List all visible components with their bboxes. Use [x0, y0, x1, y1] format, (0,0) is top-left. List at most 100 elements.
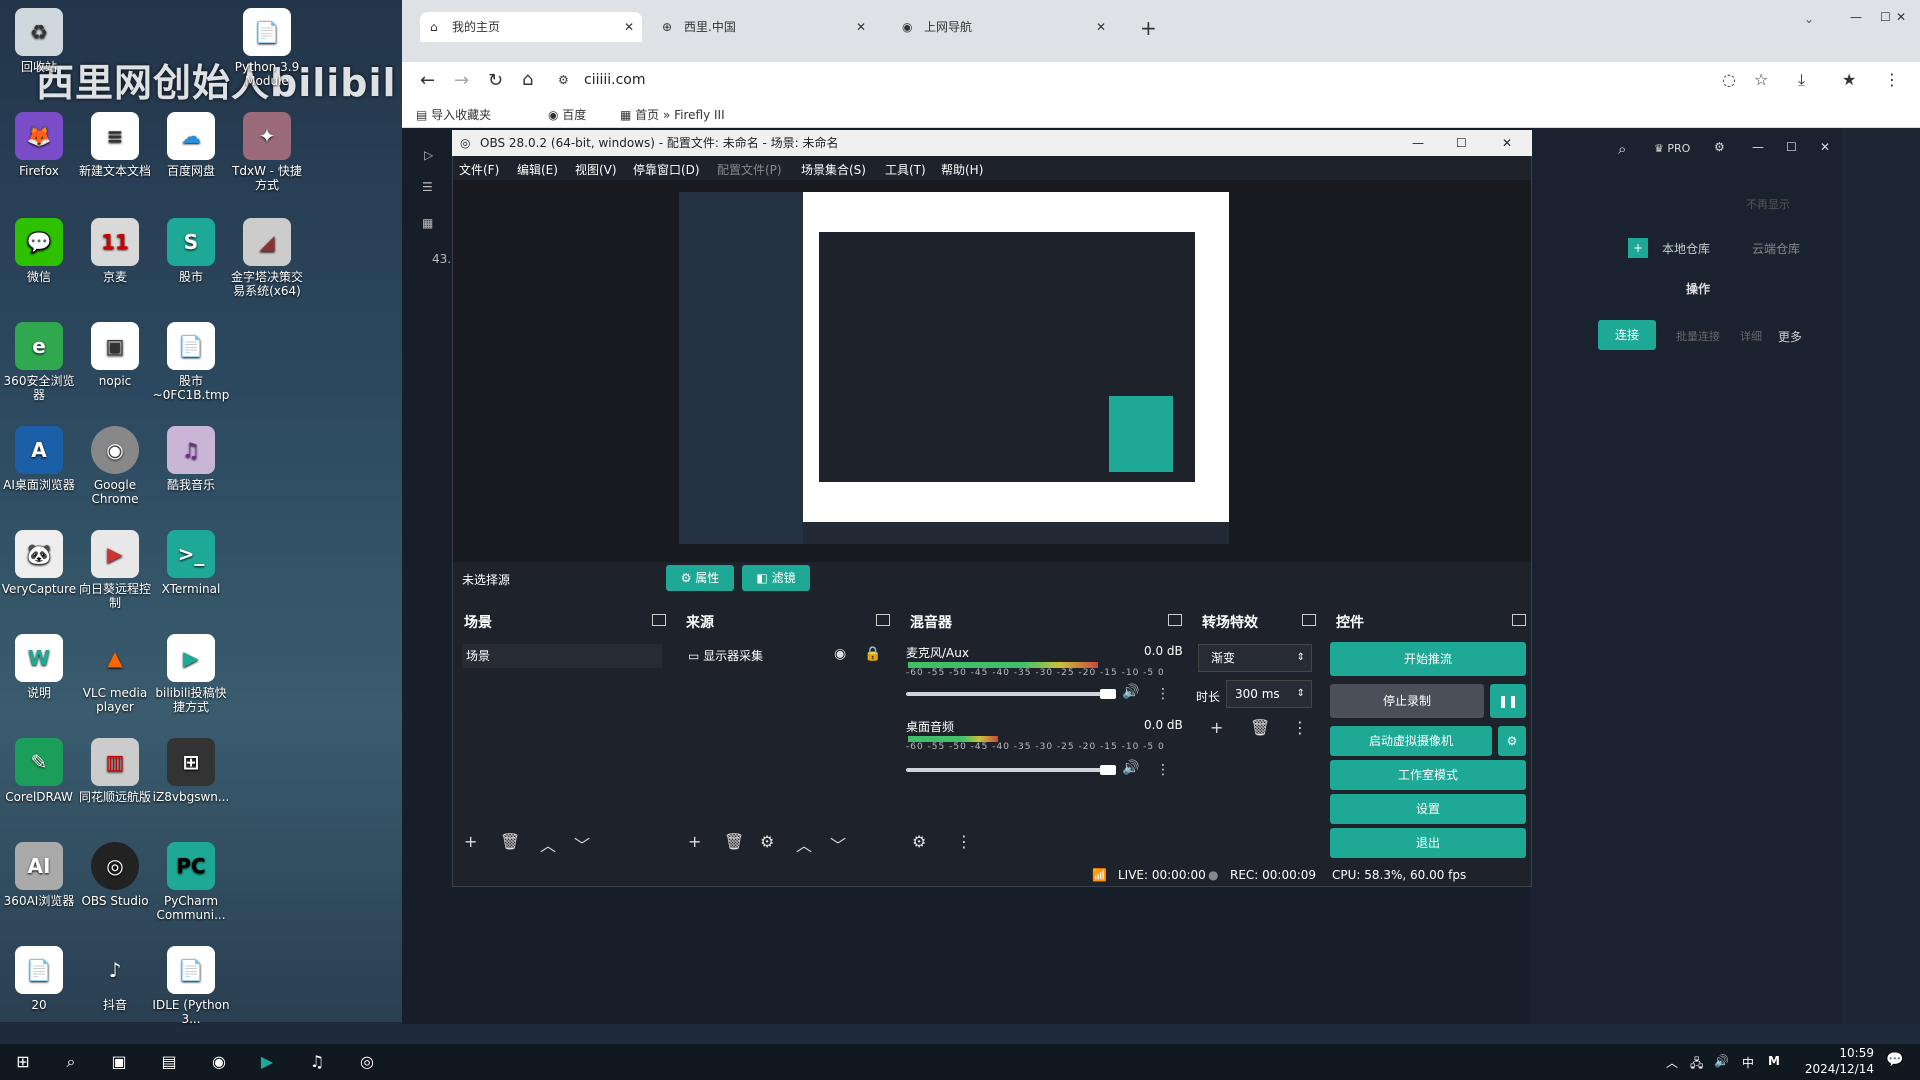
cloud-repo[interactable]: 云端仓库	[1752, 240, 1800, 257]
download-icon[interactable]: ⤓	[1798, 70, 1805, 90]
more-options-icon[interactable]: ⋮	[1156, 686, 1170, 702]
local-repo[interactable]: 本地仓库	[1662, 240, 1710, 257]
close-tab-icon[interactable]: ✕	[856, 12, 866, 42]
filters-button[interactable]: ◧ 滤镜	[742, 565, 810, 591]
bookmark-import[interactable]: ▤ 导入收藏夹	[416, 106, 491, 123]
desktop-icon-idle[interactable]: 📄 IDLE (Python 3...	[152, 946, 230, 1026]
desktop-icon-wechat[interactable]: 💬 微信	[0, 218, 78, 284]
desktop-icon-ai-browser[interactable]: A AI桌面浏览器	[0, 426, 78, 492]
menu-icon[interactable]: ⋮	[1884, 70, 1900, 89]
detail-link[interactable]: 详细	[1740, 328, 1762, 344]
add-source-icon[interactable]: +	[688, 832, 701, 851]
bookmark-baidu[interactable]: ◉ 百度	[548, 106, 586, 123]
desktop-icon-stock-tmp[interactable]: 📄 股市 ~0FC1B.tmp	[152, 322, 230, 402]
settings-icon[interactable]: ⚙	[1714, 140, 1725, 154]
transition-menu-icon[interactable]: ⋮	[1292, 718, 1308, 737]
close-tab-icon[interactable]: ✕	[1096, 12, 1106, 42]
menu-edit[interactable]: 编辑(E)	[517, 161, 558, 178]
minimize-icon[interactable]: —	[1850, 10, 1862, 24]
studio-mode-button[interactable]: 工作室模式	[1330, 760, 1526, 790]
remove-scene-icon[interactable]: 🗑	[500, 832, 520, 851]
menu-profile[interactable]: 配置文件(P)	[717, 161, 782, 178]
undock-icon[interactable]	[1512, 614, 1526, 626]
more-options-icon[interactable]: ⋮	[1156, 762, 1170, 778]
desktop-icon-stock[interactable]: S 股市	[152, 218, 230, 284]
desktop-icon-pyramid[interactable]: ◢ 金字塔决策交易系统(x64)	[228, 218, 306, 298]
desktop-icon-douyin[interactable]: ♪ 抖音	[76, 946, 154, 1012]
desktop-icon-xterminal[interactable]: >_ XTerminal	[152, 530, 230, 596]
url-text[interactable]: ciiiii.com	[584, 72, 646, 88]
hide-text[interactable]: 不再显示	[1746, 196, 1790, 212]
obs-close-icon[interactable]: ✕	[1502, 130, 1512, 156]
desktop-icon-recycle-bin[interactable]: ♻ 回收站	[0, 8, 78, 74]
start-streaming-button[interactable]: 开始推流	[1330, 642, 1526, 676]
desktop-icon-verycapture[interactable]: 🐼 VeryCapture	[0, 530, 78, 596]
connect-button[interactable]: 连接	[1598, 320, 1656, 350]
menu-tools[interactable]: 工具(T)	[885, 161, 926, 178]
tab-xili[interactable]: ⊕ 西里.中国 ✕	[652, 12, 874, 42]
obs-minimize-icon[interactable]: —	[1412, 130, 1424, 156]
add-transition-icon[interactable]: +	[1210, 718, 1223, 737]
desktop-icon-chrome[interactable]: ◉ Google Chrome	[76, 426, 154, 506]
mixer-menu-icon[interactable]: ⋮	[956, 832, 972, 851]
undock-icon[interactable]	[876, 614, 890, 626]
new-tab-icon[interactable]: +	[1140, 16, 1157, 40]
desktop-icon-20[interactable]: 📄 20	[0, 946, 78, 1012]
desktop-icon-jingmai[interactable]: 11 京麦	[76, 218, 154, 284]
maximize-icon[interactable]: ☐	[1880, 10, 1891, 24]
obs-preview[interactable]	[453, 180, 1531, 562]
menu-dock[interactable]: 停靠窗口(D)	[633, 161, 700, 178]
search-icon[interactable]: ⌕	[58, 1050, 84, 1074]
desktop-icon-pycharm[interactable]: PC PyCharm Communi...	[152, 842, 230, 922]
more-link[interactable]: 更多	[1778, 328, 1802, 345]
taskbar-music-icon[interactable]: ♫	[304, 1050, 330, 1074]
remove-source-icon[interactable]: 🗑	[724, 832, 744, 851]
grid-icon[interactable]: ▦	[422, 216, 433, 230]
exit-button[interactable]: 退出	[1330, 828, 1526, 858]
volume-slider[interactable]	[906, 768, 1116, 772]
settings-button[interactable]: 设置	[1330, 794, 1526, 824]
move-down-icon[interactable]: ﹀	[830, 832, 846, 856]
undock-icon[interactable]	[1168, 614, 1182, 626]
move-down-icon[interactable]: ﹀	[574, 832, 590, 856]
menu-file[interactable]: 文件(F)	[459, 161, 499, 178]
volume-slider[interactable]	[906, 692, 1116, 696]
desktop-icon-vlc[interactable]: ▲ VLC media player	[76, 634, 154, 714]
desktop-icon-kuwo[interactable]: ♫ 酷我音乐	[152, 426, 230, 492]
desktop-icon-readme[interactable]: W 说明	[0, 634, 78, 700]
back-icon[interactable]: ←	[420, 70, 435, 91]
desktop-icon-tonghuashun[interactable]: ▥ 同花顺远航版	[76, 738, 154, 804]
panel-minimize-icon[interactable]: —	[1752, 140, 1764, 154]
favorites-icon[interactable]: ★	[1842, 70, 1856, 89]
windows-start-icon[interactable]: ⊞	[10, 1050, 36, 1074]
add-scene-icon[interactable]: +	[464, 832, 477, 851]
menu-scene-collection[interactable]: 场景集合(S)	[801, 161, 866, 178]
taskbar-app-icon[interactable]: ▤	[156, 1050, 182, 1074]
tray-chevron-icon[interactable]: ︿	[1666, 1054, 1678, 1071]
undock-icon[interactable]	[1302, 614, 1316, 626]
site-info-icon[interactable]: ⚙	[558, 73, 569, 87]
ime-mode[interactable]: M	[1768, 1054, 1780, 1068]
speaker-icon[interactable]: 🔊	[1122, 760, 1139, 776]
reload-icon[interactable]: ↻	[488, 70, 503, 91]
move-up-icon[interactable]: ︿	[540, 832, 556, 856]
notification-icon[interactable]: 💬	[1886, 1052, 1903, 1068]
clock-time[interactable]: 10:59	[1814, 1046, 1874, 1060]
desktop-icon-python-module[interactable]: 📄 Python 3.9 Module	[228, 8, 306, 88]
stop-recording-button[interactable]: 停止录制	[1330, 684, 1484, 718]
desktop-icon-nopic[interactable]: ▣ nopic	[76, 322, 154, 388]
menu-help[interactable]: 帮助(H)	[941, 161, 983, 178]
source-list-item[interactable]: ▭ 显示器采集	[688, 644, 888, 668]
taskbar-browser-icon[interactable]: ◉	[206, 1050, 232, 1074]
desktop-icon-obs[interactable]: ◎ OBS Studio	[76, 842, 154, 908]
undock-icon[interactable]	[652, 614, 666, 626]
desktop-icon-remote[interactable]: ⊞ iZ8vbgswn...	[152, 738, 230, 804]
virtual-camera-button[interactable]: 启动虚拟摄像机	[1330, 726, 1492, 756]
eye-icon[interactable]: ◉	[834, 646, 846, 662]
desktop-icon-firefox[interactable]: 🦊 Firefox	[0, 112, 78, 178]
desktop-icon-new-text[interactable]: ≡ 新建文本文档	[76, 112, 154, 178]
transition-select[interactable]: 渐变 ⇕	[1198, 644, 1312, 672]
desktop-icon-tdxw[interactable]: ✦ TdxW - 快捷方式	[228, 112, 306, 192]
panel-maximize-icon[interactable]: ☐	[1786, 140, 1797, 154]
duration-input[interactable]: 300 ms ⇕	[1226, 680, 1312, 708]
